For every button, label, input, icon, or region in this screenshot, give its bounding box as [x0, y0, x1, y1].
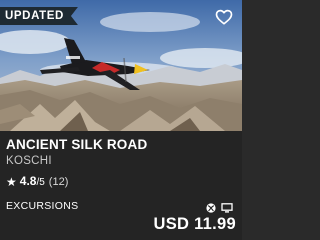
- updated-badge: UPDATED: [0, 7, 78, 25]
- product-info: ANCIENT SILK ROAD KOSCHI ★ 4.8 /5 (12) E…: [0, 131, 242, 240]
- category-label: EXCURSIONS: [6, 200, 79, 212]
- rating-out-of: /5: [36, 177, 45, 188]
- heart-outline-icon[interactable]: [215, 8, 233, 26]
- publisher-name: KOSCHI: [6, 155, 52, 167]
- product-title[interactable]: ANCIENT SILK ROAD: [6, 137, 147, 152]
- rating: ★ 4.8 /5 (12): [6, 174, 68, 190]
- star-icon: ★: [6, 175, 17, 189]
- rating-score: 4.8: [19, 174, 37, 188]
- price: USD 11.99: [153, 215, 236, 233]
- xbox-icon: [206, 200, 216, 213]
- product-card[interactable]: UPDATED ANCIENT SILK ROAD KOSCHI ★ 4.8 /…: [0, 0, 242, 240]
- pc-icon: [221, 200, 233, 213]
- rating-count: (12): [48, 176, 69, 188]
